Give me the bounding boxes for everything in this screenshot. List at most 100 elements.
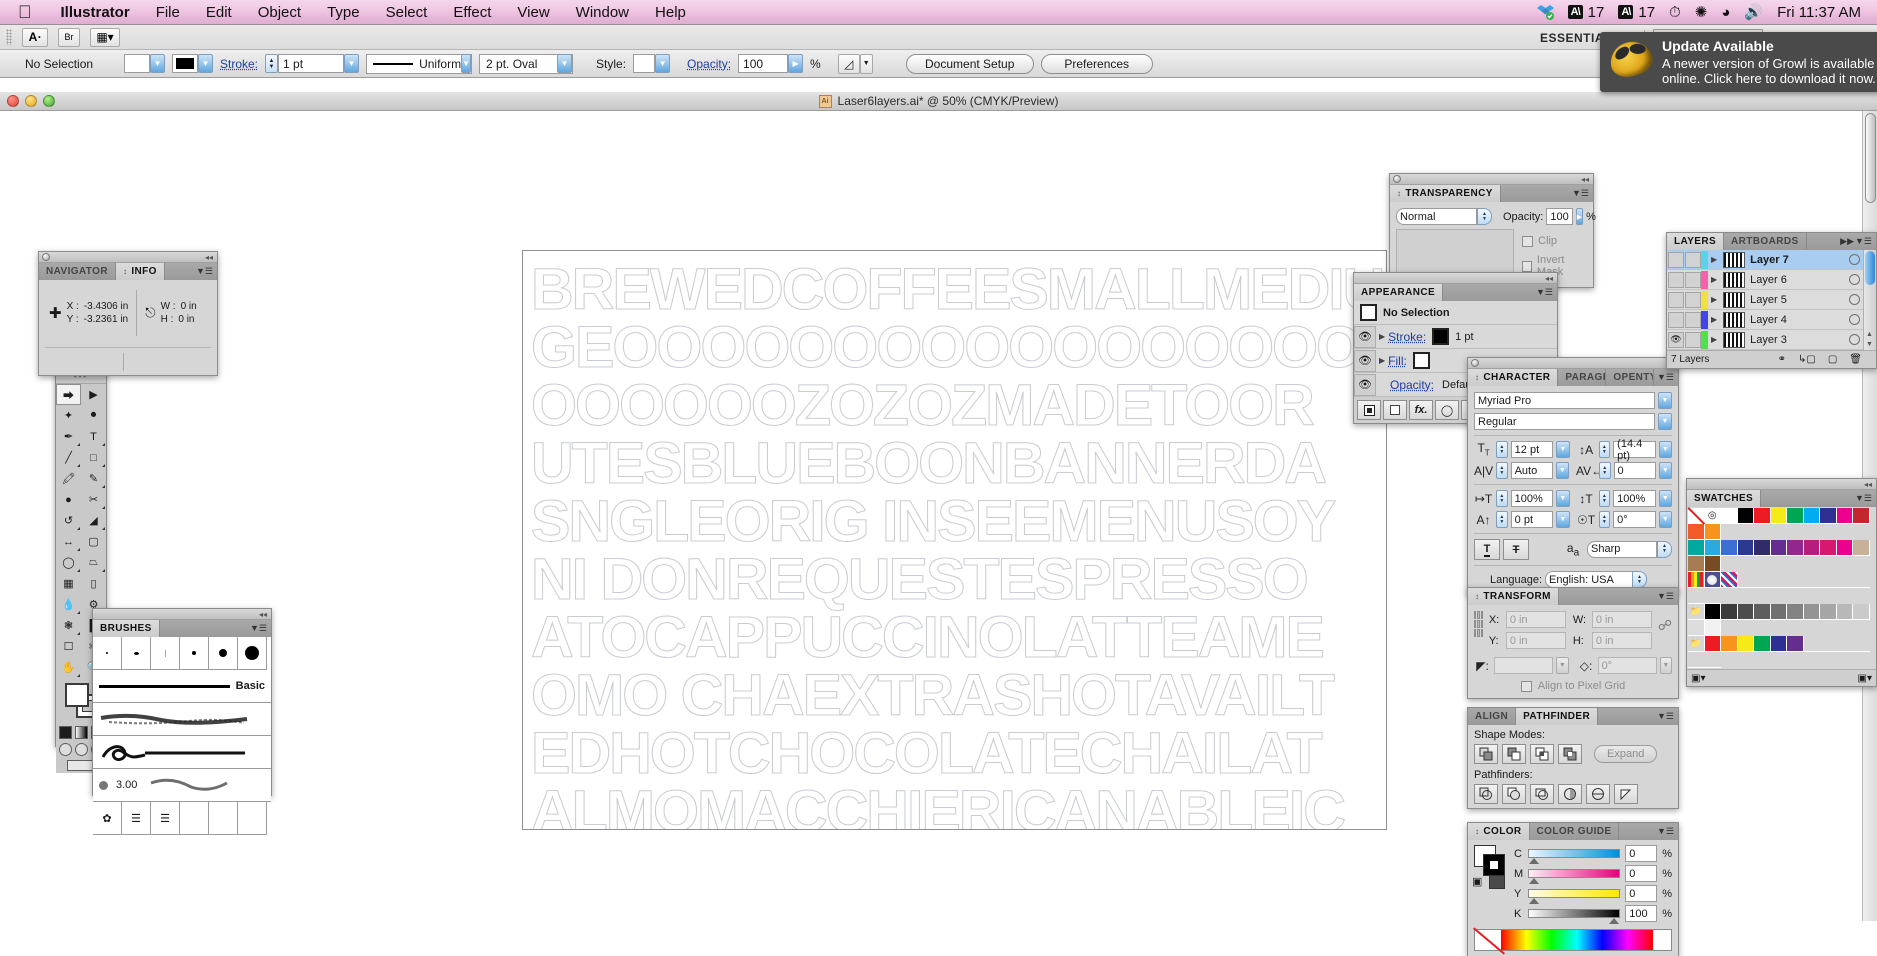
pencil-tool[interactable]: ✎ bbox=[81, 468, 106, 489]
shear-field[interactable] bbox=[1494, 657, 1553, 674]
channel-value-c[interactable]: 0 bbox=[1625, 845, 1657, 862]
minimize-window-button[interactable] bbox=[25, 95, 37, 107]
brush-definition-arrow-icon[interactable]: ▼ bbox=[557, 54, 572, 73]
layer-disclosure-icon[interactable]: ▶ bbox=[1711, 295, 1717, 304]
layer-disclosure-icon[interactable]: ▶ bbox=[1711, 315, 1717, 324]
vertical-scale-field[interactable]: 100% bbox=[1613, 490, 1655, 507]
expand-panel-icon[interactable]: ▶▶ bbox=[1840, 236, 1854, 247]
symbol-sprayer-tool[interactable]: ❃ bbox=[56, 615, 81, 636]
horizontal-scale-dropdown-icon[interactable]: ▼ bbox=[1556, 490, 1569, 507]
swatch-group-folder-icon[interactable]: 📁 bbox=[1688, 636, 1705, 652]
fill-dropdown-arrow-icon[interactable]: ▼ bbox=[150, 54, 165, 73]
brush-item-ornament[interactable] bbox=[93, 736, 271, 769]
swatch-pattern-confetti[interactable] bbox=[1721, 572, 1738, 588]
transparency-opacity-field[interactable]: 100 bbox=[1546, 208, 1572, 225]
swatch-color[interactable] bbox=[1721, 636, 1738, 652]
scrollbar-thumb[interactable] bbox=[1865, 113, 1876, 203]
scroll-down-arrow-icon[interactable]: ▼ bbox=[1866, 341, 1873, 348]
panel-menu-icon[interactable]: ▼☰ bbox=[1855, 236, 1872, 247]
swatch-color[interactable] bbox=[1705, 540, 1722, 556]
swatch-color[interactable] bbox=[1787, 636, 1804, 652]
brush-item-charcoal[interactable] bbox=[93, 703, 271, 736]
brush-definition-dropdown[interactable]: 2 pt. Oval ▼ bbox=[479, 54, 573, 74]
stroke-profile-arrow-icon[interactable]: ▼ bbox=[461, 54, 471, 73]
layer-disclosure-icon[interactable]: ▶ bbox=[1711, 275, 1717, 284]
expand-button[interactable]: Expand bbox=[1594, 745, 1657, 763]
horizontal-scale-field[interactable]: 100% bbox=[1511, 490, 1553, 507]
panel-menu-icon[interactable]: ▼☰ bbox=[1657, 591, 1674, 602]
panel-collapse-icon[interactable]: ◂◂ bbox=[259, 610, 267, 619]
volume-icon[interactable]: 🔊 bbox=[1744, 3, 1763, 21]
transform-y-field[interactable]: 0 in bbox=[1506, 632, 1566, 649]
layer-target-indicator[interactable] bbox=[1849, 294, 1860, 305]
swatch-gray[interactable] bbox=[1754, 604, 1771, 620]
fill-color-control[interactable]: ▼ bbox=[124, 54, 165, 73]
channel-slider-y[interactable] bbox=[1529, 898, 1539, 904]
swatch-color[interactable] bbox=[1771, 540, 1788, 556]
tab-character[interactable]: ↕ CHARACTER bbox=[1468, 369, 1558, 386]
transform-h-field[interactable]: 0 in bbox=[1592, 632, 1652, 649]
illustrator-home-icon[interactable]: A· bbox=[22, 28, 48, 47]
brush-item[interactable] bbox=[122, 637, 151, 670]
brush-item[interactable]: ✿ bbox=[93, 802, 122, 835]
kerning-field[interactable]: Auto bbox=[1511, 462, 1553, 479]
growl-notification[interactable]: Update Available A newer version of Grow… bbox=[1600, 32, 1877, 92]
kerning-dropdown-icon[interactable]: ▼ bbox=[1556, 462, 1569, 479]
channel-slider-m[interactable] bbox=[1529, 878, 1539, 884]
menu-item-help[interactable]: Help bbox=[642, 4, 699, 21]
layer-lock-toggle[interactable] bbox=[1685, 332, 1701, 348]
swatch-gray[interactable] bbox=[1787, 604, 1804, 620]
font-size-stepper[interactable]: ▲ ▼ bbox=[1496, 441, 1508, 458]
lasso-tool[interactable]: ⏺ bbox=[81, 405, 106, 426]
panel-grip[interactable]: ◂◂ bbox=[93, 609, 271, 620]
menu-item-file[interactable]: File bbox=[143, 4, 193, 21]
layer-target-indicator[interactable] bbox=[1849, 314, 1860, 325]
swatch-color[interactable] bbox=[1853, 540, 1870, 556]
swatch-color[interactable] bbox=[1705, 556, 1722, 572]
brush-item[interactable]: ☰ bbox=[122, 802, 151, 835]
baseline-shift-field[interactable]: 0 pt bbox=[1511, 511, 1553, 528]
divide-icon[interactable] bbox=[1474, 784, 1498, 804]
brush-item[interactable] bbox=[93, 637, 122, 670]
menu-item-edit[interactable]: Edit bbox=[193, 4, 245, 21]
apple-logo-icon[interactable]:  bbox=[18, 3, 32, 21]
hand-tool[interactable]: ✋ bbox=[56, 657, 81, 678]
eraser-tool[interactable]: ✂ bbox=[81, 489, 106, 510]
swatch-color[interactable] bbox=[1820, 508, 1837, 524]
panel-close-icon[interactable] bbox=[1393, 175, 1401, 183]
font-size-dropdown-icon[interactable]: ▼ bbox=[1556, 441, 1569, 458]
panel-menu-icon[interactable]: ▼☰ bbox=[1572, 188, 1589, 199]
panel-menu-icon[interactable]: ▼☰ bbox=[196, 266, 213, 277]
layer-lock-toggle[interactable] bbox=[1685, 272, 1701, 288]
zoom-window-button[interactable] bbox=[43, 95, 55, 107]
layer-lock-toggle[interactable] bbox=[1685, 252, 1701, 268]
language-field[interactable]: English: USA bbox=[1545, 571, 1633, 588]
stroke-dropdown-arrow-icon[interactable]: ▼ bbox=[198, 54, 213, 73]
brush-item[interactable] bbox=[209, 637, 238, 670]
tab-align[interactable]: ALIGN bbox=[1468, 708, 1516, 725]
layer-name[interactable]: Layer 6 bbox=[1750, 274, 1787, 286]
eyedropper-tool[interactable]: 💧 bbox=[56, 594, 81, 615]
brush-item[interactable] bbox=[180, 802, 209, 835]
tab-color-guide[interactable]: COLOR GUIDE bbox=[1530, 823, 1620, 840]
merge-icon[interactable] bbox=[1530, 784, 1554, 804]
layer-visibility-toggle[interactable] bbox=[1668, 292, 1684, 308]
channel-slider-k[interactable] bbox=[1609, 918, 1619, 924]
font-style-field[interactable]: Regular bbox=[1474, 413, 1655, 430]
swatch-color[interactable] bbox=[1754, 508, 1771, 524]
disclosure-triangle-icon[interactable]: ▶ bbox=[1379, 332, 1385, 341]
menu-item-illustrator[interactable]: Illustrator bbox=[48, 4, 143, 21]
scale-tool[interactable]: ◢ bbox=[81, 510, 106, 531]
panel-grip[interactable]: ◂◂ bbox=[1354, 273, 1557, 284]
graphic-style-swatch[interactable] bbox=[633, 54, 655, 73]
swatch-color[interactable] bbox=[1688, 524, 1705, 540]
leading-stepper[interactable]: ▲ ▼ bbox=[1599, 441, 1611, 458]
shape-builder-tool[interactable]: ◯ bbox=[56, 552, 81, 573]
panel-close-icon[interactable] bbox=[42, 253, 50, 261]
tracking-field[interactable]: 0 bbox=[1614, 462, 1656, 479]
panel-grip[interactable]: ◂◂ bbox=[1390, 174, 1593, 185]
swatch-gray[interactable] bbox=[1738, 604, 1755, 620]
swatch-registration[interactable]: ◎ bbox=[1705, 508, 1722, 524]
wifi-icon[interactable]: ◕ bbox=[1721, 4, 1730, 21]
swatch-gradient-radial[interactable] bbox=[1705, 572, 1722, 588]
